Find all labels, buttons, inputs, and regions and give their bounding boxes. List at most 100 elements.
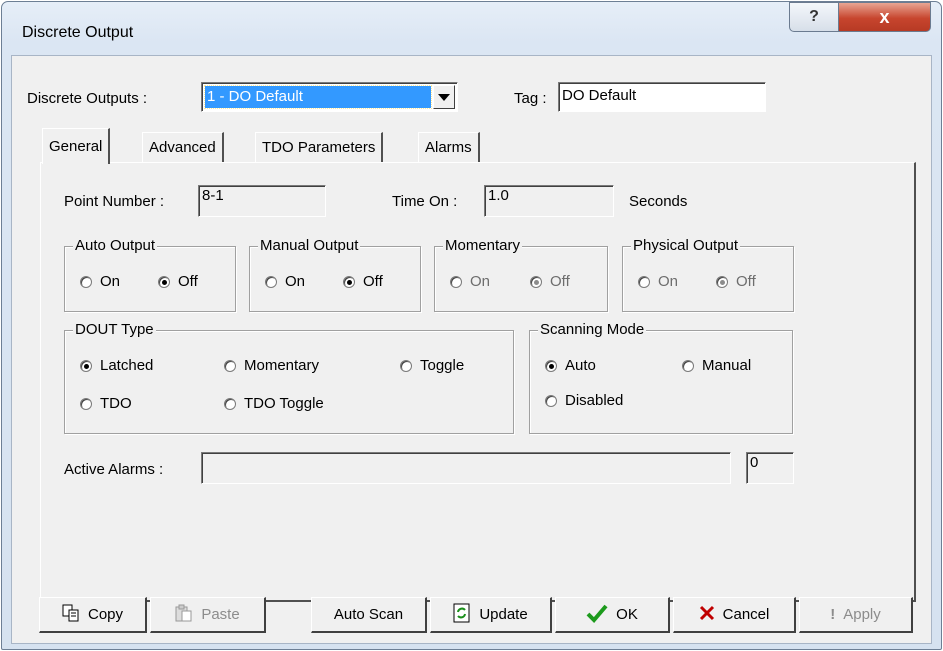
title-bar: Discrete Output ? x <box>2 2 941 54</box>
close-button[interactable]: x <box>838 2 931 32</box>
manual-output-off-radio[interactable]: Off <box>343 273 383 290</box>
momentary-off-label: Off <box>550 273 570 290</box>
chevron-down-icon[interactable] <box>433 85 455 109</box>
dout-tdo-toggle-radio[interactable]: TDO Toggle <box>224 395 324 412</box>
dout-latched-radio[interactable]: Latched <box>80 357 153 374</box>
cancel-x-icon <box>699 605 715 625</box>
paste-icon <box>175 604 193 626</box>
time-on-field: 1.0 <box>484 185 614 217</box>
cancel-button[interactable]: Cancel <box>673 597 796 633</box>
copy-button[interactable]: Copy <box>39 597 147 633</box>
update-button[interactable]: Update <box>430 597 552 633</box>
dout-momentary-radio[interactable]: Momentary <box>224 357 319 374</box>
auto-output-title: Auto Output <box>73 237 158 254</box>
dout-toggle-radio[interactable]: Toggle <box>400 357 464 374</box>
dout-type-title: DOUT Type <box>73 321 156 338</box>
tab-tdo-parameters[interactable]: TDO Parameters <box>255 132 384 163</box>
scan-disabled-radio[interactable]: Disabled <box>545 392 623 409</box>
apply-button[interactable]: ! Apply <box>799 597 913 633</box>
auto-output-off-radio[interactable]: Off <box>158 273 198 290</box>
scan-manual-label: Manual <box>702 357 752 374</box>
tab-advanced[interactable]: Advanced <box>142 132 224 163</box>
scan-auto-radio[interactable]: Auto <box>545 357 596 374</box>
radio-icon <box>224 397 236 410</box>
physical-output-group: Physical Output On Off <box>622 237 794 312</box>
tab-general-label: General <box>49 138 103 155</box>
auto-output-group: Auto Output On Off <box>64 237 236 312</box>
copy-icon <box>62 604 80 626</box>
physical-output-on-radio: On <box>638 273 678 290</box>
auto-output-on-radio[interactable]: On <box>80 273 120 290</box>
tag-label: Tag : <box>514 90 547 107</box>
scanning-mode-group: Scanning Mode Auto Manual Disabled <box>529 321 793 434</box>
manual-output-off-label: Off <box>363 273 383 290</box>
dout-latched-label: Latched <box>100 357 154 374</box>
active-alarms-label: Active Alarms : <box>64 461 164 478</box>
checkmark-icon <box>586 603 608 627</box>
dout-toggle-label: Toggle <box>420 357 465 374</box>
auto-scan-button[interactable]: Auto Scan <box>311 597 427 633</box>
copy-label: Copy <box>87 606 124 623</box>
discrete-outputs-label: Discrete Outputs : <box>27 90 148 107</box>
radio-selected-icon <box>158 275 170 288</box>
close-icon: x <box>879 6 890 27</box>
auto-scan-label: Auto Scan <box>333 606 404 623</box>
physical-output-on-label: On <box>658 273 679 290</box>
apply-label: Apply <box>843 606 881 623</box>
radio-icon <box>80 275 92 288</box>
help-icon: ? <box>809 8 819 25</box>
paste-button[interactable]: Paste <box>150 597 266 633</box>
radio-selected-icon <box>545 359 557 372</box>
momentary-group: Momentary On Off <box>434 237 608 312</box>
radio-icon <box>224 359 236 372</box>
discrete-outputs-combo[interactable]: 1 - DO Default <box>201 82 458 112</box>
momentary-off-radio: Off <box>530 273 570 290</box>
scanning-mode-title: Scanning Mode <box>538 321 647 338</box>
radio-icon <box>450 275 462 288</box>
radio-icon <box>400 359 412 372</box>
dialog-window: Discrete Output ? x Discrete Outputs : 1… <box>1 1 942 650</box>
dout-tdo-radio[interactable]: TDO <box>80 395 132 412</box>
discrete-outputs-value: 1 - DO Default <box>204 85 432 109</box>
physical-output-title: Physical Output <box>631 237 741 254</box>
radio-selected-icon <box>80 359 92 372</box>
tag-input[interactable]: DO Default <box>558 82 766 112</box>
point-number-field: 8-1 <box>198 185 326 217</box>
manual-output-group: Manual Output On Off <box>249 237 421 312</box>
manual-output-title: Manual Output <box>258 237 361 254</box>
manual-output-on-radio[interactable]: On <box>265 273 305 290</box>
tab-tdo-parameters-label: TDO Parameters <box>262 139 376 156</box>
active-alarms-field <box>201 452 731 484</box>
dout-type-group: DOUT Type Latched Momentary Toggle TDO T… <box>64 321 514 434</box>
dout-tdo-toggle-label: TDO Toggle <box>244 395 324 412</box>
point-number-label: Point Number : <box>64 193 165 210</box>
auto-output-on-label: On <box>100 273 121 290</box>
exclamation-icon: ! <box>830 606 836 623</box>
cancel-label: Cancel <box>722 606 770 623</box>
radio-selected-icon <box>716 275 728 288</box>
momentary-on-label: On <box>470 273 491 290</box>
radio-icon <box>545 394 557 407</box>
ok-label: OK <box>616 606 638 623</box>
dout-momentary-label: Momentary <box>244 357 320 374</box>
radio-icon <box>638 275 650 288</box>
dout-tdo-label: TDO <box>100 395 132 412</box>
manual-output-on-label: On <box>285 273 306 290</box>
momentary-on-radio: On <box>450 273 490 290</box>
scan-manual-radio[interactable]: Manual <box>682 357 751 374</box>
dialog-body: Discrete Outputs : 1 - DO Default Tag : … <box>11 55 932 644</box>
tab-alarms[interactable]: Alarms <box>418 132 480 163</box>
update-label: Update <box>479 606 528 623</box>
radio-selected-icon <box>343 275 355 288</box>
scan-auto-label: Auto <box>565 357 596 374</box>
time-on-unit: Seconds <box>629 193 688 210</box>
tab-general[interactable]: General <box>42 128 111 164</box>
radio-icon <box>265 275 277 288</box>
momentary-title: Momentary <box>443 237 523 254</box>
window-title: Discrete Output <box>22 24 134 41</box>
radio-icon <box>682 359 694 372</box>
help-button[interactable]: ? <box>789 2 839 32</box>
ok-button[interactable]: OK <box>555 597 670 633</box>
tab-advanced-label: Advanced <box>149 139 216 156</box>
refresh-icon <box>453 603 471 627</box>
